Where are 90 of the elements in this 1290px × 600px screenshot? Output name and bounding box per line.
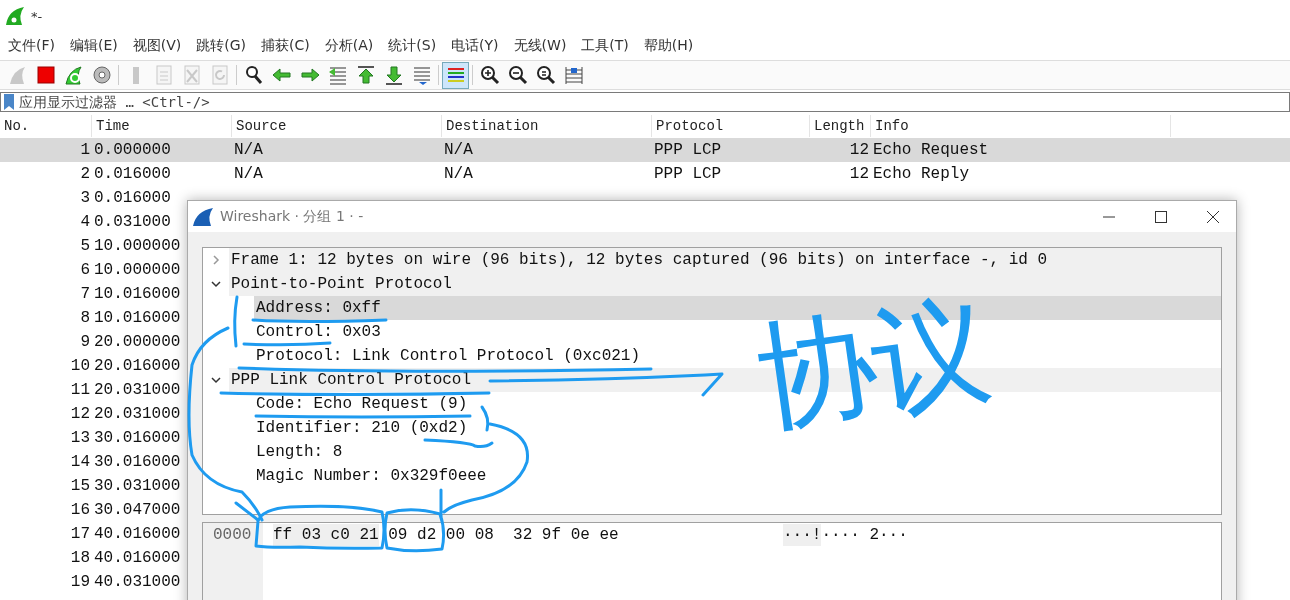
table-cell: 10.000000 — [94, 261, 181, 279]
column-header[interactable]: Destination — [442, 115, 652, 137]
hex-bytes[interactable]: 09 d2 00 08 32 9f 0e ee — [388, 524, 619, 546]
column-header[interactable]: Length — [810, 115, 871, 137]
tree-item[interactable]: Length: 8 — [254, 440, 343, 464]
table-cell: 20.031000 — [94, 405, 181, 423]
table-cell: 40.016000 — [94, 549, 181, 567]
table-cell: 11 — [70, 381, 90, 399]
menu-item[interactable]: 编辑(E) — [70, 37, 118, 55]
table-cell: 10.016000 — [94, 309, 181, 327]
table-cell: 0.016000 — [94, 165, 171, 183]
byte-offset: 0000 — [213, 526, 252, 544]
table-cell: 10.000000 — [94, 237, 181, 255]
dialog-title: Wireshark · 分组 1 · - — [220, 207, 365, 226]
column-header[interactable]: Source — [232, 115, 442, 137]
menu-item[interactable]: 跳转(G) — [196, 37, 247, 55]
table-cell: Echo Request — [873, 141, 989, 159]
tree-item[interactable]: Magic Number: 0x329f0eee — [254, 464, 487, 488]
packet-row[interactable]: 2 0.016000 N/A N/A PPP LCP 12 Echo Reply — [0, 162, 1290, 186]
menu-item[interactable]: 工具(T) — [581, 37, 629, 55]
table-cell: Echo Reply — [873, 165, 969, 183]
table-cell: 10 — [70, 357, 90, 375]
menu-item[interactable]: 文件(F) — [8, 37, 55, 55]
menu-item[interactable]: 统计(S) — [388, 37, 437, 55]
table-cell: 30.047000 — [94, 501, 181, 519]
table-cell: 30.016000 — [94, 453, 181, 471]
table-cell: 14 — [70, 453, 90, 471]
ascii-bytes[interactable]: ···· 2··· — [821, 524, 908, 546]
tree-item[interactable]: Control: 0x03 — [254, 320, 381, 344]
table-cell: 12 — [70, 405, 90, 423]
table-cell: 40.031000 — [94, 573, 181, 591]
table-cell: 12 — [849, 165, 869, 183]
table-cell: 18 — [70, 549, 90, 567]
table-cell: 30.016000 — [94, 429, 181, 447]
table-cell: 19 — [70, 573, 90, 591]
app-logo-icon — [5, 6, 25, 26]
table-cell: 16 — [70, 501, 90, 519]
table-cell: N/A — [444, 141, 473, 159]
table-cell: 13 — [70, 429, 90, 447]
tree-item[interactable]: Code: Echo Request (9) — [254, 392, 468, 416]
table-cell: 4 — [80, 213, 90, 231]
table-cell: 12 — [849, 141, 869, 159]
column-header[interactable]: Info — [871, 115, 1171, 137]
table-cell: 20.016000 — [94, 357, 181, 375]
table-cell: 0.016000 — [94, 189, 171, 207]
table-cell: PPP LCP — [654, 165, 722, 183]
table-cell: N/A — [234, 141, 263, 159]
table-cell: 0.000000 — [94, 141, 171, 159]
table-cell: N/A — [444, 165, 473, 183]
column-header[interactable]: No. — [0, 115, 92, 137]
table-cell: 7 — [80, 285, 90, 303]
tree-item[interactable]: Address: 0xff — [254, 296, 381, 320]
table-cell: 6 — [80, 261, 90, 279]
menu-item[interactable]: 视图(V) — [132, 37, 182, 55]
table-cell: 1 — [80, 141, 90, 159]
packet-row[interactable]: 1 0.000000 N/A N/A PPP LCP 12 Echo Request — [0, 138, 1290, 162]
table-cell: 8 — [80, 309, 90, 327]
table-cell: 2 — [80, 165, 90, 183]
menu-item[interactable]: 分析(A) — [324, 37, 374, 55]
handwritten-note: 协议 — [750, 289, 994, 439]
table-cell: 5 — [80, 237, 90, 255]
column-header[interactable]: Time — [92, 115, 232, 137]
close-icon[interactable] — [1206, 209, 1220, 224]
chevron-icon[interactable] — [210, 374, 222, 386]
table-cell: 15 — [70, 477, 90, 495]
tree-item[interactable]: Identifier: 210 (0xd2) — [254, 416, 468, 440]
table-cell: 40.016000 — [94, 525, 181, 543]
fin-icon — [192, 206, 214, 227]
menu-item[interactable]: 捕获(C) — [261, 37, 310, 55]
table-cell: 20.031000 — [94, 381, 181, 399]
table-cell: 30.031000 — [94, 477, 181, 495]
table-cell: 9 — [80, 333, 90, 351]
bracket-stroke — [230, 294, 240, 349]
table-cell: 0.031000 — [94, 213, 171, 231]
ascii-bytes[interactable]: ···! — [783, 524, 822, 546]
maximize-icon[interactable] — [1154, 209, 1168, 224]
menu-item[interactable]: 电话(Y) — [451, 37, 499, 55]
table-cell: 20.000000 — [94, 333, 181, 351]
chevron-icon[interactable] — [210, 278, 222, 290]
hex-bytes[interactable]: ff 03 c0 21 — [273, 524, 379, 546]
table-cell: 10.016000 — [94, 285, 181, 303]
table-cell: PPP LCP — [654, 141, 722, 159]
column-header[interactable]: Protocol — [652, 115, 810, 137]
table-cell: 17 — [70, 525, 90, 543]
menu-item[interactable]: 帮助(H) — [643, 37, 694, 55]
table-cell: 3 — [80, 189, 90, 207]
menu-item[interactable]: 无线(W) — [513, 37, 567, 55]
tree-item[interactable]: Protocol: Link Control Protocol (0xc021) — [254, 344, 641, 368]
window-title: *- — [31, 8, 43, 24]
table-cell: N/A — [234, 165, 263, 183]
